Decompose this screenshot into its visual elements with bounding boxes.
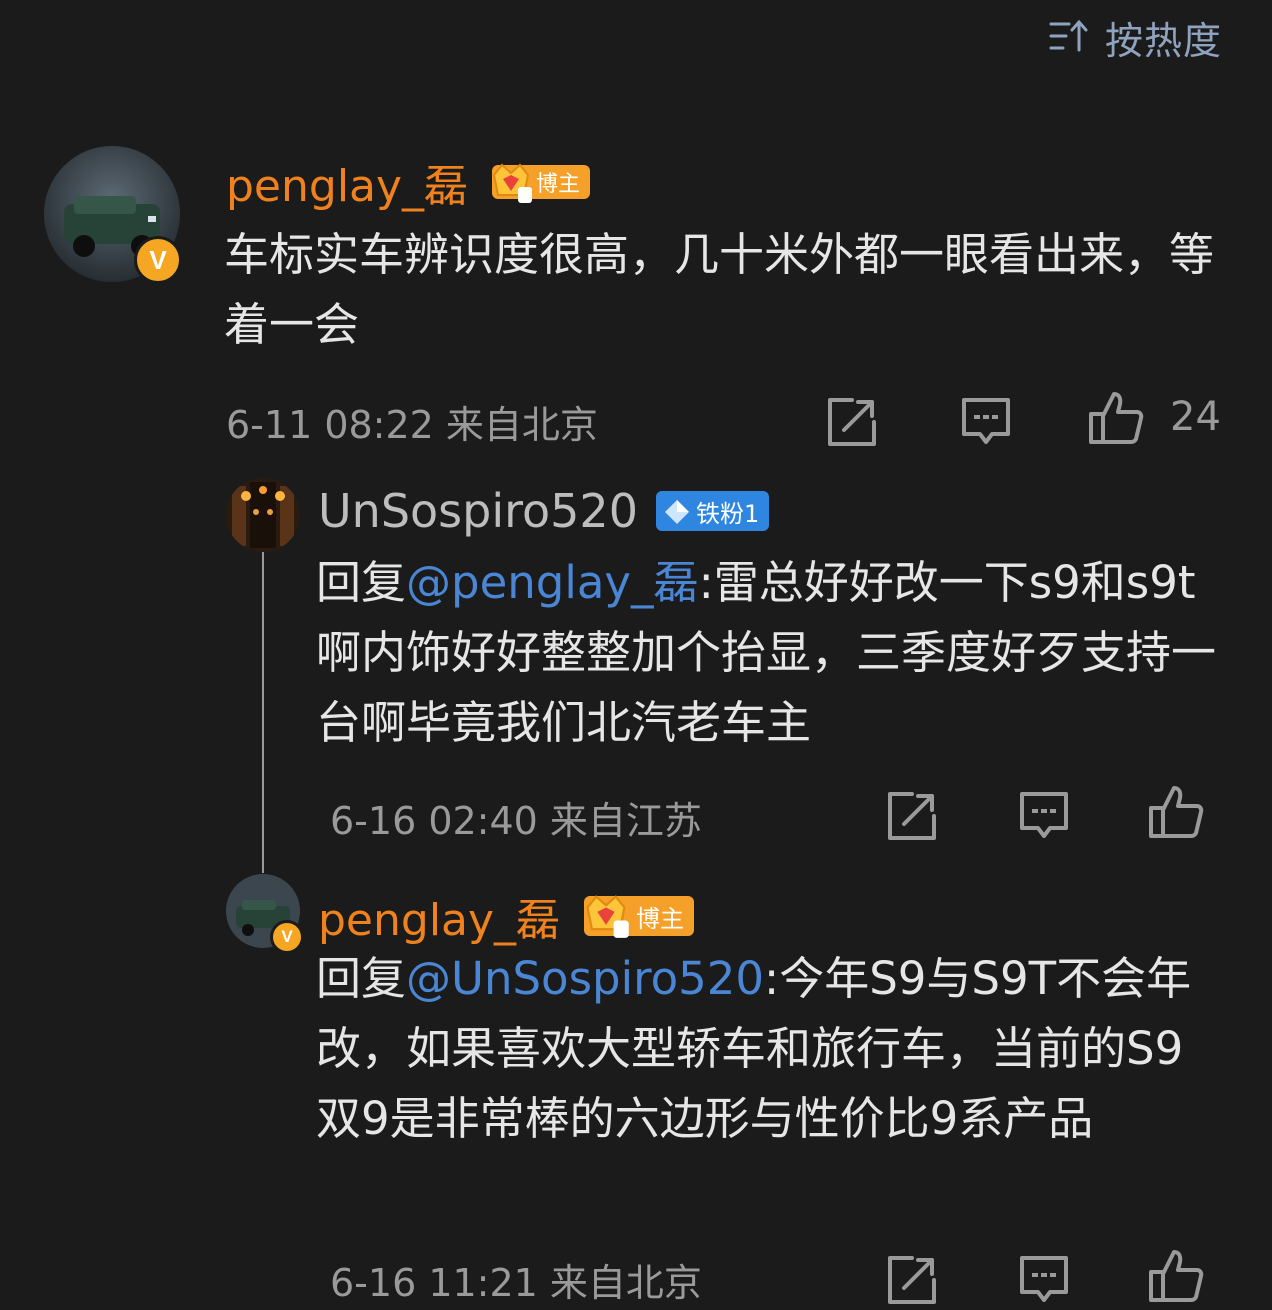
mention-link[interactable]: @UnSospiro520 bbox=[406, 952, 764, 1005]
share-icon[interactable] bbox=[886, 1254, 938, 1306]
sort-control[interactable]: 按热度 bbox=[1049, 10, 1222, 65]
crown-icon bbox=[586, 895, 629, 938]
username[interactable]: penglay_磊 bbox=[318, 884, 560, 948]
like-count: 24 bbox=[1170, 394, 1221, 440]
reply-text: 回复@penglay_磊:雷总好好改一下s9和s9t啊内饰好好整整加个抬显，三季… bbox=[316, 548, 1216, 758]
reply-meta: 6-16 02:40 来自江苏 bbox=[330, 799, 702, 843]
crown-icon bbox=[492, 163, 533, 203]
fan-badge: 铁粉1 bbox=[655, 491, 770, 531]
mention-link[interactable]: @penglay_磊 bbox=[406, 556, 699, 609]
fan-badge-label: 铁粉1 bbox=[695, 499, 760, 528]
verified-icon: V bbox=[134, 236, 182, 284]
share-icon[interactable] bbox=[886, 790, 938, 842]
username[interactable]: penglay_磊 bbox=[226, 150, 468, 214]
sort-icon bbox=[1049, 18, 1089, 58]
thread-line bbox=[262, 548, 264, 873]
comment-meta: 6-11 08:22 来自北京 bbox=[226, 403, 598, 447]
comment-icon[interactable] bbox=[960, 396, 1012, 448]
comment-icon[interactable] bbox=[1018, 1254, 1070, 1306]
reply-text: 回复@UnSospiro520:今年S9与S9T不会年改，如果喜欢大型轿车和旅行… bbox=[316, 944, 1216, 1154]
blogger-badge-label: 博主 bbox=[636, 904, 685, 933]
like-icon[interactable] bbox=[1148, 1248, 1204, 1302]
reply-meta: 6-16 11:21 来自北京 bbox=[330, 1261, 702, 1305]
blogger-badge: 博主 bbox=[584, 895, 695, 938]
comment-icon[interactable] bbox=[1018, 790, 1070, 842]
reply-prefix: 回复 bbox=[316, 952, 407, 1005]
reply-prefix: 回复 bbox=[316, 556, 407, 609]
like-icon[interactable] bbox=[1148, 784, 1204, 838]
blogger-badge-label: 博主 bbox=[536, 172, 581, 197]
diamond-icon bbox=[664, 500, 689, 524]
avatar[interactable] bbox=[226, 478, 300, 552]
sort-label: 按热度 bbox=[1104, 19, 1222, 63]
like-icon[interactable] bbox=[1088, 390, 1144, 444]
share-icon[interactable] bbox=[826, 396, 878, 448]
comment-text: 车标实车辨识度很高，几十米外都一眼看出来，等着一会 bbox=[224, 228, 1215, 351]
username[interactable]: UnSospiro520 bbox=[318, 484, 638, 538]
blogger-badge: 博主 bbox=[492, 163, 591, 203]
verified-icon: V bbox=[270, 920, 304, 954]
